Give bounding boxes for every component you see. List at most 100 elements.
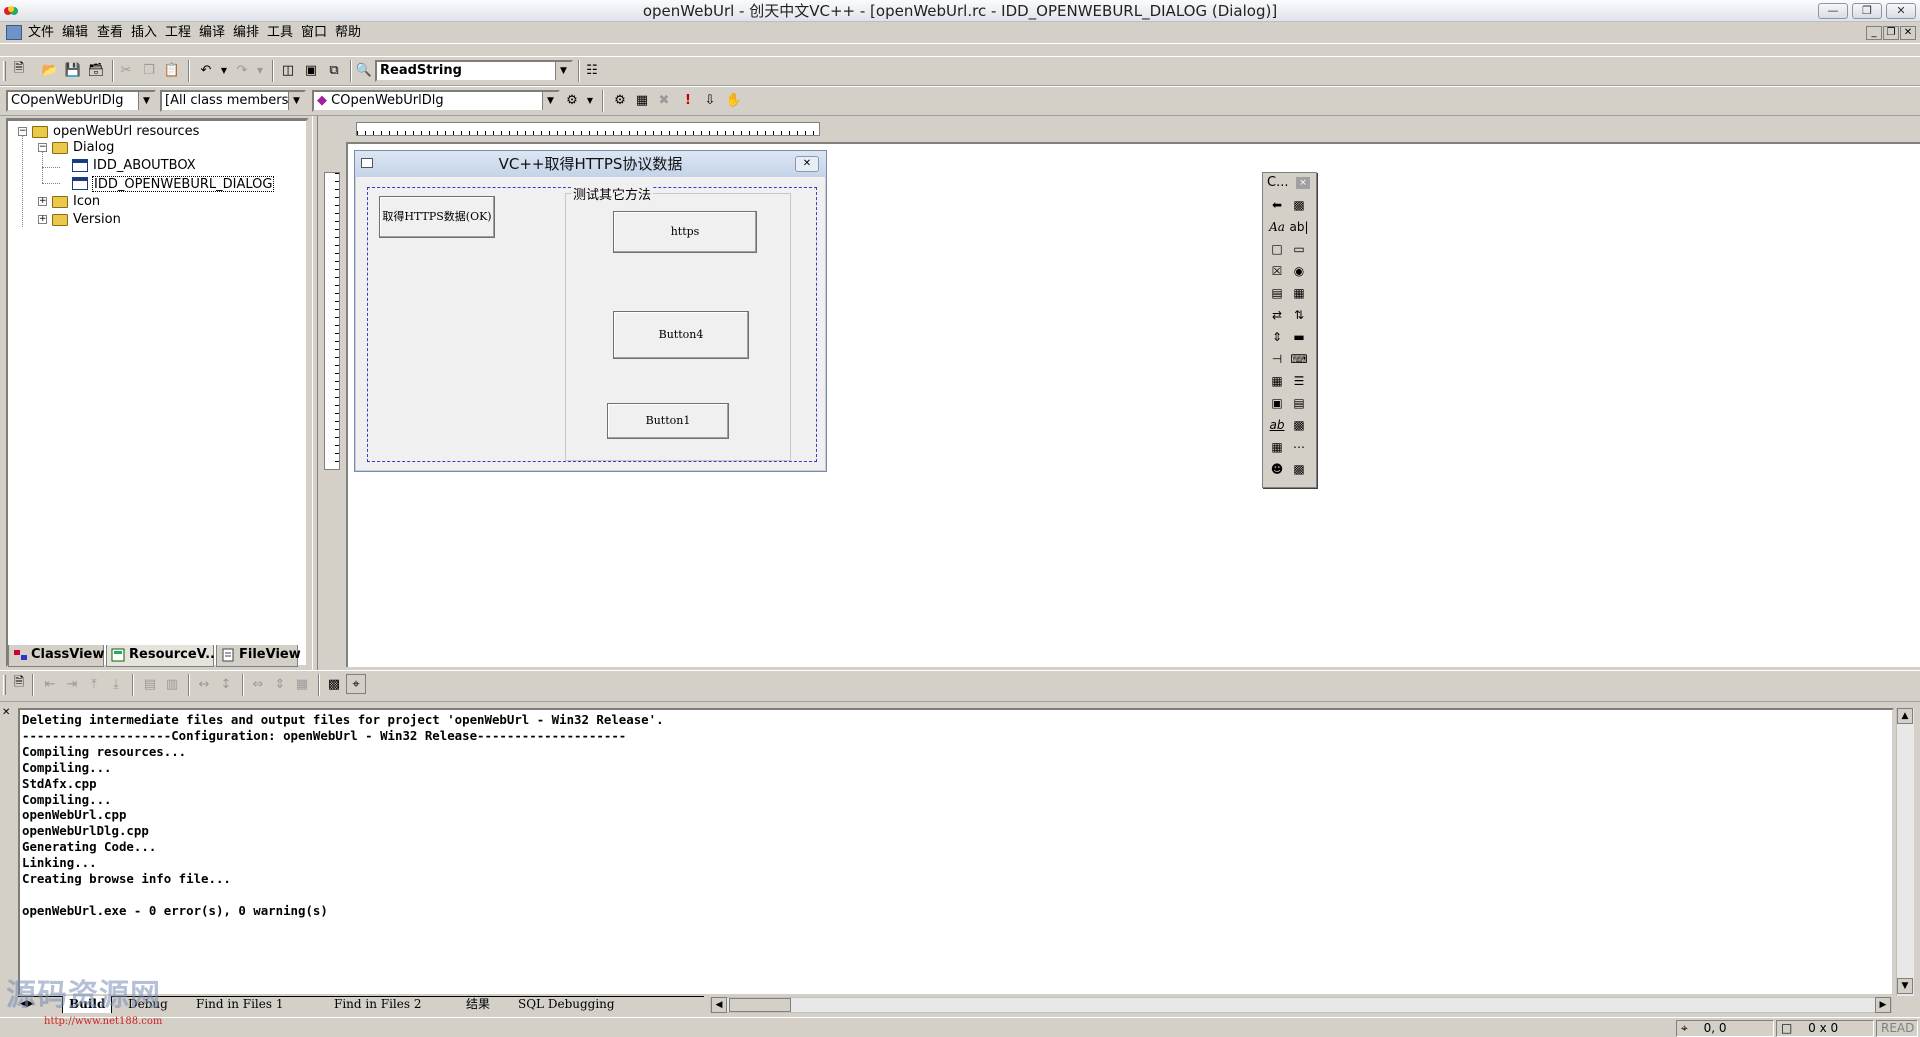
mdi-restore-button[interactable]: ❐ — [1883, 26, 1899, 40]
chevron-down-icon[interactable]: ▼ — [542, 92, 558, 110]
expand-version-folder-icon[interactable]: + — [38, 215, 47, 224]
tree-main-dialog[interactable]: IDD_OPENWEBURL_DIALOG — [92, 176, 275, 192]
button4[interactable]: Button4 — [613, 311, 749, 359]
designed-dialog[interactable]: VC++取得HTTPS协议数据 ✕ 取得HTTPS数据(OK) 测试其它方法 h… — [354, 150, 827, 472]
tab-sql-debugging[interactable]: SQL Debugging — [518, 996, 615, 1013]
tab-control-tool-icon[interactable]: ▣ — [1267, 393, 1287, 413]
wizard-action-dropdown-icon[interactable]: ▼ — [580, 90, 600, 110]
checkbox-tool-icon[interactable]: ☒ — [1267, 261, 1287, 281]
vertical-ruler[interactable] — [324, 172, 340, 470]
collapse-root-icon[interactable]: − — [18, 127, 27, 136]
menu-view[interactable]: 查看 — [97, 22, 123, 44]
chevron-down-icon[interactable]: ▼ — [138, 92, 154, 110]
expand-icon-folder-icon[interactable]: + — [38, 197, 47, 206]
find-combo[interactable]: ReadString ▼ — [375, 60, 573, 82]
menu-tools[interactable]: 工具 — [267, 22, 293, 44]
tree-root[interactable]: openWebUrl resources — [52, 124, 200, 140]
mdi-minimize-button[interactable]: _ — [1866, 26, 1882, 40]
tree-version-folder[interactable]: Version — [72, 212, 122, 228]
build-output[interactable]: Deleting intermediate files and output f… — [18, 708, 1894, 996]
menu-file[interactable]: 文件 — [28, 22, 54, 44]
month-calendar-tool-icon[interactable]: ▦ — [1267, 437, 1287, 457]
picture-tool-icon[interactable]: ▩ — [1289, 195, 1309, 215]
go-icon[interactable]: ⇩ — [700, 90, 720, 110]
breakpoint-hand-icon[interactable]: ✋ — [724, 90, 744, 110]
tab-find-in-files-2[interactable]: Find in Files 2 — [334, 996, 421, 1013]
build-icon[interactable]: ▦ — [632, 90, 652, 110]
space-down-icon[interactable]: ↕ — [216, 674, 236, 694]
spin-tool-icon[interactable]: ⇕ — [1267, 327, 1287, 347]
slider-tool-icon[interactable]: ⊣ — [1267, 349, 1287, 369]
tab-results[interactable]: 结果 — [466, 996, 490, 1013]
ok-button[interactable]: 取得HTTPS数据(OK) — [379, 196, 495, 238]
mdi-document-icon[interactable] — [6, 25, 22, 40]
execute-icon[interactable]: ! — [678, 90, 698, 110]
animate-tool-icon[interactable]: ▤ — [1289, 393, 1309, 413]
tree-dialog-folder[interactable]: Dialog — [72, 140, 115, 156]
close-button[interactable]: ✕ — [1886, 3, 1916, 19]
paste-icon[interactable]: 📋 — [162, 60, 182, 80]
align-right-icon[interactable]: ⇥ — [62, 674, 82, 694]
save-icon[interactable]: 💾 — [63, 60, 83, 80]
new-file-icon[interactable]: 🗎 — [9, 60, 29, 80]
scroll-right-icon[interactable]: ▶ — [1875, 997, 1891, 1013]
list-control-tool-icon[interactable]: ▦ — [1267, 371, 1287, 391]
tree-about-box[interactable]: IDD_ABOUTBOX — [92, 158, 197, 174]
scroll-up-icon[interactable]: ▲ — [1897, 708, 1913, 724]
tree-icon-folder[interactable]: Icon — [72, 194, 101, 210]
custom-control-tool-icon[interactable]: ☻ — [1267, 459, 1287, 479]
hotkey-tool-icon[interactable]: ⌨ — [1289, 349, 1309, 369]
scroll-down-icon[interactable]: ▼ — [1897, 978, 1913, 994]
center-horizontal-icon[interactable]: ▥ — [162, 674, 182, 694]
combo-box-tool-icon[interactable]: ▤ — [1267, 283, 1287, 303]
tab-classview[interactable]: ClassView — [8, 645, 104, 667]
menu-insert[interactable]: 插入 — [131, 22, 157, 44]
make-same-width-icon[interactable]: ⇔ — [248, 674, 268, 694]
static-text-tool-icon[interactable]: Aa — [1267, 217, 1287, 237]
controls-palette[interactable]: C... × ⬅ ▩ Aa ab| □ ▭ ☒ ◉ ▤ ▦ ⇄ ⇅ ⇕ ▬ ⊣ … — [1262, 172, 1317, 488]
ip-address-tool-icon[interactable]: ⋯ — [1289, 437, 1309, 457]
menu-edit[interactable]: 编辑 — [62, 22, 88, 44]
restore-button[interactable]: ❐ — [1852, 3, 1882, 19]
rich-edit-tool-icon[interactable]: ab — [1267, 415, 1287, 435]
https-button[interactable]: https — [613, 211, 757, 253]
align-bottom-icon[interactable]: ⤓ — [106, 674, 126, 694]
output-vertical-scrollbar[interactable]: ▲ ▼ — [1896, 708, 1914, 996]
workspace-toggle-icon[interactable]: ◫ — [278, 60, 298, 80]
pane-splitter[interactable] — [312, 116, 318, 670]
output-toggle-icon[interactable]: ▣ — [301, 60, 321, 80]
tab-fileview[interactable]: FileView — [216, 645, 301, 667]
wizard-action-icon[interactable]: ⚙ — [562, 90, 582, 110]
output-horizontal-scrollbar[interactable]: ◀ ▶ — [710, 997, 1892, 1013]
chevron-down-icon[interactable]: ▼ — [288, 92, 304, 110]
menu-project[interactable]: 工程 — [165, 22, 191, 44]
menu-build[interactable]: 编译 — [199, 22, 225, 44]
extended-combo-tool-icon[interactable]: ▩ — [1289, 459, 1309, 479]
open-folder-icon[interactable]: 📂 — [40, 60, 60, 80]
copy-icon[interactable]: ❐ — [139, 60, 159, 80]
member-combo[interactable]: ◆ COpenWebUrlDlg ▼ — [312, 90, 560, 112]
toggle-guides-icon[interactable]: ⌖ — [346, 674, 366, 694]
edit-box-tool-icon[interactable]: ab| — [1289, 217, 1309, 237]
tree-control-tool-icon[interactable]: ☰ — [1289, 371, 1309, 391]
class-combo[interactable]: COpenWebUrlDlg ▼ — [6, 90, 156, 112]
make-same-size-icon[interactable]: ▦ — [292, 674, 312, 694]
horizontal-scroll-tool-icon[interactable]: ⇄ — [1267, 305, 1287, 325]
button-tool-icon[interactable]: ▭ — [1289, 239, 1309, 259]
minimize-button[interactable]: — — [1818, 3, 1848, 19]
filter-combo[interactable]: [All class members] ▼ — [160, 90, 306, 112]
align-top-icon[interactable]: ⤒ — [84, 674, 104, 694]
compile-icon[interactable]: ⚙ — [610, 90, 630, 110]
horizontal-ruler[interactable] — [356, 122, 820, 136]
window-list-icon[interactable]: ⧉ — [324, 60, 344, 80]
align-left-icon[interactable]: ⇤ — [40, 674, 60, 694]
find-binoculars-icon[interactable]: ☷ — [582, 60, 602, 80]
list-box-tool-icon[interactable]: ▦ — [1289, 283, 1309, 303]
pointer-tool-icon[interactable]: ⬅ — [1267, 195, 1287, 215]
button1[interactable]: Button1 — [607, 403, 729, 439]
group-box-tool-icon[interactable]: □ — [1267, 239, 1287, 259]
undo-icon[interactable]: ↶ — [196, 60, 216, 80]
cut-icon[interactable]: ✂ — [116, 60, 136, 80]
radio-tool-icon[interactable]: ◉ — [1289, 261, 1309, 281]
vertical-scroll-tool-icon[interactable]: ⇅ — [1289, 305, 1309, 325]
